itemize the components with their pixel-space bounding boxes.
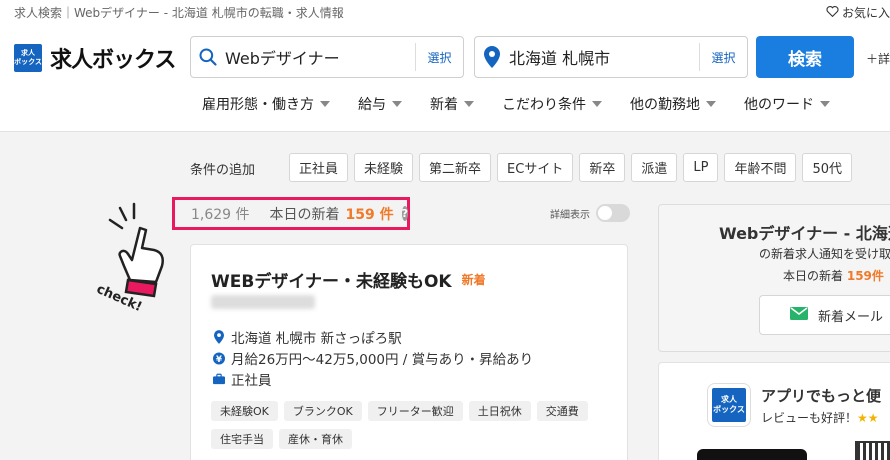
filter-other-words[interactable]: 他のワード bbox=[744, 94, 830, 114]
caret-down-icon bbox=[592, 101, 602, 107]
condition-tag[interactable]: 派遣 bbox=[631, 153, 678, 182]
new-today-count[interactable]: 159 件 bbox=[346, 204, 394, 224]
condition-tag[interactable]: 正社員 bbox=[289, 153, 349, 182]
alert-title: Webデザイナー - 北海道 bbox=[719, 224, 890, 243]
keyword-select-button[interactable]: 選択 bbox=[415, 43, 463, 71]
detail-view-label: 詳細表示 bbox=[550, 209, 590, 221]
job-tag: 未経験OK bbox=[211, 401, 278, 421]
caret-down-icon bbox=[320, 101, 330, 107]
logo-badge: 求人 ボックス bbox=[14, 44, 42, 72]
job-tag: 産休・育休 bbox=[279, 429, 352, 449]
filter-preferences[interactable]: こだわり条件 bbox=[502, 94, 602, 114]
filter-new[interactable]: 新着 bbox=[430, 94, 474, 114]
keyword-input[interactable] bbox=[225, 47, 415, 67]
new-today-label: 本日の新着 bbox=[269, 206, 340, 223]
star-rating-icon: ★★ bbox=[857, 411, 879, 425]
condition-tag[interactable]: 50代 bbox=[802, 153, 853, 182]
condition-tag[interactable]: 第二新卒 bbox=[419, 153, 492, 182]
result-count-box: 1,629 件 本日の新着 159 件 ? bbox=[172, 197, 410, 230]
caret-down-icon bbox=[820, 101, 830, 107]
check-hand-illustration: check! bbox=[84, 200, 174, 330]
caret-down-icon bbox=[706, 101, 716, 107]
site-header: 求人検索｜Webデザイナー - 北海道 札幌市の転職・求人情報 お気に入 求人 … bbox=[0, 0, 890, 132]
result-count: 1,629 件 bbox=[191, 206, 250, 223]
help-icon[interactable]: ? bbox=[401, 206, 409, 221]
app-promo-title: アプリでもっと便 bbox=[761, 387, 882, 405]
condition-tag[interactable]: 年齢不問 bbox=[724, 153, 797, 182]
condition-tag[interactable]: ECサイト bbox=[497, 153, 574, 182]
detail-view-toggle[interactable]: 詳細表示 bbox=[550, 204, 630, 222]
job-tag: ブランクOK bbox=[283, 401, 362, 421]
yen-icon: ¥ bbox=[213, 352, 225, 365]
qr-code bbox=[855, 441, 890, 460]
job-salary: ¥ 月給26万円〜42万5,000円 / 賞与あり・昇給あり bbox=[213, 348, 533, 368]
heart-icon bbox=[826, 5, 839, 20]
new-job-alert-card: Webデザイナー - 北海道 の新着求人通知を受け取 本日の新着 159件 新着… bbox=[658, 204, 890, 352]
search-icon bbox=[191, 37, 225, 77]
detail-search-link[interactable]: ＋詳 bbox=[866, 50, 890, 67]
job-tag-list: 未経験OK ブランクOK フリーター歓迎 土日祝休 交通費 住宅手当 産休・育休 bbox=[211, 401, 611, 449]
job-tag: 土日祝休 bbox=[468, 401, 531, 421]
caret-down-icon bbox=[392, 101, 402, 107]
app-promo-card: 求人 ボックス アプリでもっと便 レビューも好評！★★ bbox=[658, 362, 890, 460]
area-select-button[interactable]: 選択 bbox=[699, 43, 747, 71]
condition-tag-list: 正社員 未経験 第二新卒 ECサイト 新卒 派遣 LP 年齢不問 50代 bbox=[289, 153, 853, 182]
favorites-label: お気に入 bbox=[841, 6, 890, 20]
filter-employment-type[interactable]: 雇用形態・働き方 bbox=[202, 94, 330, 114]
app-store-button[interactable] bbox=[697, 449, 807, 460]
keyword-search-box: 選択 bbox=[190, 36, 464, 78]
job-title[interactable]: WEBデザイナー・未経験もOK 新着 bbox=[211, 267, 486, 292]
caret-down-icon bbox=[464, 101, 474, 107]
job-employment-type: 正社員 bbox=[213, 369, 272, 389]
toggle-switch[interactable] bbox=[596, 204, 630, 222]
location-pin-icon bbox=[475, 37, 509, 77]
svg-text:¥: ¥ bbox=[216, 354, 222, 364]
site-logo[interactable]: 求人 ボックス 求人ボックス bbox=[14, 42, 176, 74]
filter-bar: 雇用形態・働き方 給与 新着 こだわり条件 他の勤務地 他のワード bbox=[202, 94, 830, 114]
alert-new-count: 本日の新着 159件 bbox=[783, 269, 884, 283]
area-search-box: 選択 bbox=[474, 36, 748, 78]
condition-tag[interactable]: LP bbox=[683, 153, 719, 182]
job-tag: 交通費 bbox=[536, 401, 588, 421]
favorites-link[interactable]: お気に入 bbox=[826, 4, 890, 21]
condition-tag[interactable]: 新卒 bbox=[579, 153, 626, 182]
filter-salary[interactable]: 給与 bbox=[358, 94, 402, 114]
location-pin-icon bbox=[213, 330, 225, 344]
alert-subtitle: の新着求人通知を受け取 bbox=[759, 247, 890, 261]
app-icon[interactable]: 求人 ボックス bbox=[707, 383, 751, 427]
condition-add-label: 条件の追加 bbox=[190, 163, 256, 178]
job-location: 北海道 札幌市 新さっぽろ駅 bbox=[213, 327, 402, 347]
breadcrumb: 求人検索｜Webデザイナー - 北海道 札幌市の転職・求人情報 bbox=[14, 6, 344, 20]
job-card[interactable]: WEBデザイナー・未経験もOK 新着 北海道 札幌市 新さっぽろ駅 ¥ 月給26… bbox=[190, 244, 628, 460]
filter-other-location[interactable]: 他の勤務地 bbox=[630, 94, 716, 114]
area-input[interactable] bbox=[509, 47, 699, 67]
app-review-text: レビューも好評！★★ bbox=[761, 411, 879, 425]
mail-icon bbox=[790, 306, 808, 324]
logo-text: 求人ボックス bbox=[50, 48, 176, 73]
new-mail-button[interactable]: 新着メール bbox=[759, 295, 890, 335]
condition-tag[interactable]: 未経験 bbox=[354, 153, 414, 182]
job-tag: 住宅手当 bbox=[211, 429, 273, 449]
job-tag: フリーター歓迎 bbox=[367, 401, 463, 421]
search-button[interactable]: 検索 bbox=[756, 36, 854, 78]
briefcase-icon bbox=[213, 373, 225, 385]
company-name-blurred bbox=[211, 295, 315, 309]
new-badge: 新着 bbox=[461, 273, 486, 287]
